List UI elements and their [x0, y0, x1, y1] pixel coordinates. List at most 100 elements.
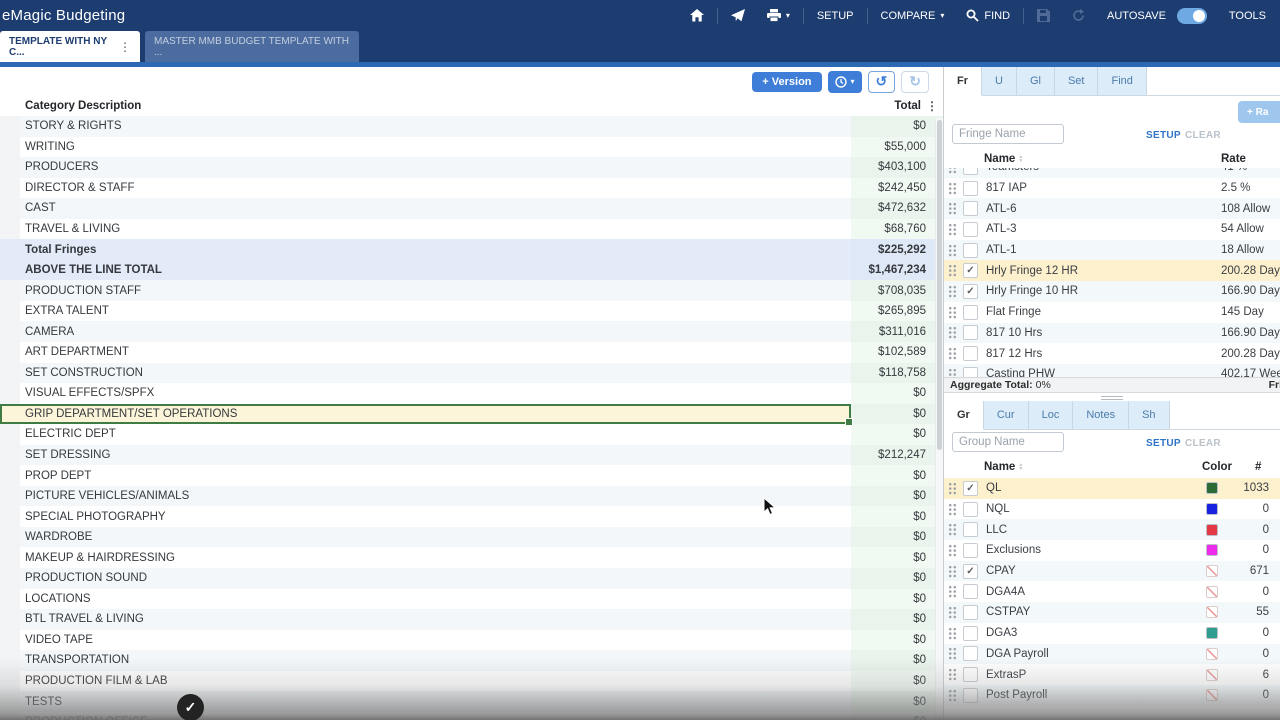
row-checkbox[interactable] [963, 180, 978, 196]
group-name-input[interactable] [952, 432, 1064, 452]
fringe-clear-link[interactable]: CLEAR [1185, 130, 1221, 141]
drag-handle-icon[interactable] [948, 481, 957, 495]
row-checkbox[interactable] [963, 325, 978, 341]
tab-gl[interactable]: Gl [1016, 67, 1055, 95]
drag-handle-icon[interactable] [948, 543, 957, 557]
category-total-cell[interactable]: $0 [851, 670, 943, 692]
tab-sh[interactable]: Sh [1129, 401, 1170, 429]
category-total-cell[interactable]: $0 [851, 485, 943, 507]
category-total-cell[interactable]: $102,589 [851, 342, 943, 363]
row-checkbox[interactable]: ✓ [963, 263, 978, 279]
row-checkbox[interactable] [963, 168, 978, 175]
row-checkbox[interactable]: ✓ [963, 283, 978, 299]
color-swatch[interactable] [1206, 482, 1218, 495]
category-total-cell[interactable]: $212,247 [851, 444, 943, 466]
category-description-cell[interactable]: VISUAL EFFECTS/SPFX [20, 383, 851, 404]
group-row[interactable]: ✓ CPAY 671 [944, 560, 1280, 582]
category-total-cell[interactable]: $0 [851, 465, 943, 486]
row-checkbox[interactable] [963, 687, 978, 703]
category-total-cell[interactable]: $0 [851, 547, 943, 569]
column-header-color[interactable]: Color [1202, 461, 1232, 473]
group-row[interactable]: LLC 0 [944, 519, 1280, 541]
scrollbar-thumb[interactable] [937, 120, 942, 450]
category-description-cell[interactable]: GRIP DEPARTMENT/SET OPERATIONS [0, 403, 853, 426]
group-setup-link[interactable]: SETUP [1146, 438, 1181, 449]
drag-handle-icon[interactable] [948, 264, 957, 278]
autosave-toggle[interactable] [1176, 7, 1207, 24]
category-description-cell[interactable]: EXTRA TALENT [20, 301, 851, 322]
color-swatch[interactable] [1206, 627, 1218, 640]
row-checkbox[interactable] [963, 522, 978, 538]
tab-loc[interactable]: Loc [1028, 401, 1074, 429]
category-description-cell[interactable]: DIRECTOR & STAFF [20, 178, 851, 199]
row-checkbox[interactable]: ✓ [963, 480, 978, 496]
tools-button[interactable]: TOOLS [1218, 10, 1280, 22]
version-history-button[interactable]: ▾ [827, 70, 862, 93]
row-checkbox[interactable] [963, 584, 978, 600]
category-total-cell[interactable]: $118,758 [851, 362, 943, 384]
category-total-cell[interactable]: $0 [851, 609, 943, 630]
drag-handle-icon[interactable] [948, 181, 957, 195]
fringe-row[interactable]: ATL-3 54 Allow [944, 219, 1280, 240]
category-description-cell[interactable]: SET CONSTRUCTION [20, 363, 851, 384]
print-button[interactable]: ▾ [756, 9, 801, 22]
category-description-cell[interactable]: PICTURE VEHICLES/ANIMALS [20, 486, 851, 507]
category-description-cell[interactable]: TRAVEL & LIVING [20, 219, 851, 240]
category-description-cell[interactable]: TRANSPORTATION [20, 650, 851, 671]
column-header-name[interactable]: Name ▲ ▼ [984, 153, 1023, 165]
add-rate-button[interactable]: + Ra [1238, 101, 1280, 123]
drag-handle-icon[interactable] [948, 168, 957, 174]
row-checkbox[interactable] [963, 201, 978, 217]
category-total-cell[interactable]: $0 [851, 526, 943, 548]
drag-handle-icon[interactable] [948, 222, 957, 236]
color-swatch[interactable] [1206, 544, 1218, 557]
row-checkbox[interactable] [963, 625, 978, 641]
group-row[interactable]: Exclusions 0 [944, 540, 1280, 561]
category-description-cell[interactable]: ART DEPARTMENT [20, 342, 851, 363]
category-description-cell[interactable]: Total Fringes [20, 239, 851, 260]
group-row[interactable]: Post Payroll 0 [944, 684, 1280, 706]
color-swatch[interactable] [1206, 668, 1218, 681]
group-row[interactable]: ExtrasP 6 [944, 664, 1280, 685]
color-swatch[interactable] [1206, 565, 1218, 578]
category-description-cell[interactable]: PRODUCTION FILM & LAB [20, 671, 851, 692]
category-total-cell[interactable]: $0 [851, 424, 943, 445]
drag-handle-icon[interactable] [948, 668, 957, 682]
add-version-button[interactable]: + Version [752, 71, 822, 92]
group-row[interactable]: ✓ QL 1033 [944, 478, 1280, 499]
fringe-row[interactable]: Casting PHW 402.17 Week [944, 363, 1280, 377]
tab-u[interactable]: U [982, 67, 1017, 95]
category-total-cell[interactable]: $0 [851, 629, 943, 651]
fringe-row[interactable]: ✓ Hrly Fringe 12 HR 200.28 Day [944, 260, 1280, 282]
category-total-cell[interactable]: $265,895 [851, 300, 943, 322]
group-row[interactable]: DGA3 0 [944, 622, 1280, 644]
drag-handle-icon[interactable] [948, 326, 957, 340]
fringe-row[interactable]: 817 10 Hrs 166.90 Day [944, 322, 1280, 344]
category-description-cell[interactable]: PROP DEPT [20, 465, 851, 486]
category-total-cell[interactable]: $0 [851, 403, 943, 425]
panel-resize-handle[interactable] [944, 394, 1280, 401]
tab-budget-template-active[interactable]: TEMPLATE WITH NY C... ⋮ [0, 31, 140, 62]
row-checkbox[interactable] [963, 501, 978, 517]
compare-button[interactable]: COMPARE ▾ [870, 10, 956, 22]
row-checkbox[interactable] [963, 667, 978, 683]
fringe-row[interactable]: ✓ Hrly Fringe 10 HR 166.90 Day [944, 281, 1280, 302]
column-header-total[interactable]: Total [843, 100, 921, 112]
drag-handle-icon[interactable] [948, 564, 957, 578]
tab-gr[interactable]: Gr [944, 401, 984, 430]
undo-button[interactable]: ↺ [867, 70, 896, 93]
category-total-cell[interactable]: $242,450 [851, 177, 943, 199]
fringe-name-input[interactable] [952, 124, 1064, 144]
category-total-cell[interactable]: $55,000 [851, 136, 943, 158]
home-button[interactable] [679, 9, 715, 22]
category-description-cell[interactable]: TESTS [20, 691, 851, 712]
drag-handle-icon[interactable] [948, 605, 957, 619]
category-description-cell[interactable]: SPECIAL PHOTOGRAPHY [20, 506, 851, 527]
category-total-cell[interactable]: $0 [851, 650, 943, 671]
row-checkbox[interactable] [963, 366, 978, 377]
category-description-cell[interactable]: ELECTRIC DEPT [20, 424, 851, 445]
column-header-description[interactable]: Category Description [0, 100, 843, 112]
kebab-menu-icon[interactable]: ⋮ [119, 40, 131, 54]
fringe-setup-link[interactable]: SETUP [1146, 130, 1181, 141]
category-total-cell[interactable]: $708,035 [851, 280, 943, 301]
